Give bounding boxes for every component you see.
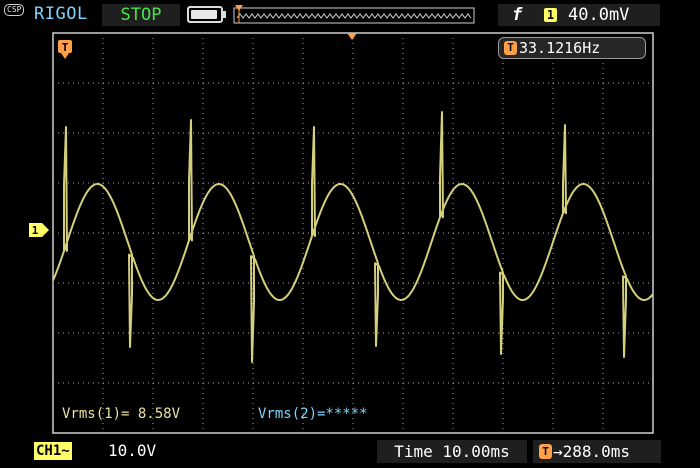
- battery-icon: [187, 6, 226, 23]
- memory-depth-bar: [233, 5, 475, 24]
- frequency-value: 33.1216Hz: [519, 39, 601, 57]
- trigger-level: 40.0mV: [568, 5, 630, 25]
- frequency-counter: T 33.1216Hz: [498, 37, 646, 59]
- trigger-source-badge: 1: [544, 8, 557, 22]
- trigger-offset-value: →288.0ms: [553, 442, 631, 461]
- measurement-vrms-ch2: Vrms(2)=*****: [258, 406, 368, 422]
- channel-1-scale: 10.0V: [108, 441, 157, 460]
- horizontal-offset-readout[interactable]: T →288.0ms: [533, 440, 661, 463]
- svg-text:T: T: [62, 41, 69, 54]
- trigger-position-marker: T: [58, 40, 72, 59]
- waveform-display: [52, 32, 654, 434]
- trigger-panel[interactable]: f 1 40.0mV: [498, 4, 660, 26]
- csp-badge: CSP: [4, 4, 25, 16]
- run-state-indicator[interactable]: STOP: [102, 4, 180, 26]
- rising-edge-icon: f: [512, 5, 523, 25]
- channel-1-ground-marker: 1: [29, 223, 49, 237]
- brand-logo: RIGOL: [34, 4, 88, 24]
- trigger-offset-icon: T: [539, 444, 552, 459]
- svg-text:1: 1: [32, 224, 39, 237]
- measurement-vrms-ch1: Vrms(1)= 8.58V: [62, 406, 181, 422]
- trigger-t-icon: T: [504, 41, 517, 55]
- channel-1-tag[interactable]: CH1~: [34, 442, 72, 460]
- timebase-readout[interactable]: Time 10.00ms: [377, 440, 527, 463]
